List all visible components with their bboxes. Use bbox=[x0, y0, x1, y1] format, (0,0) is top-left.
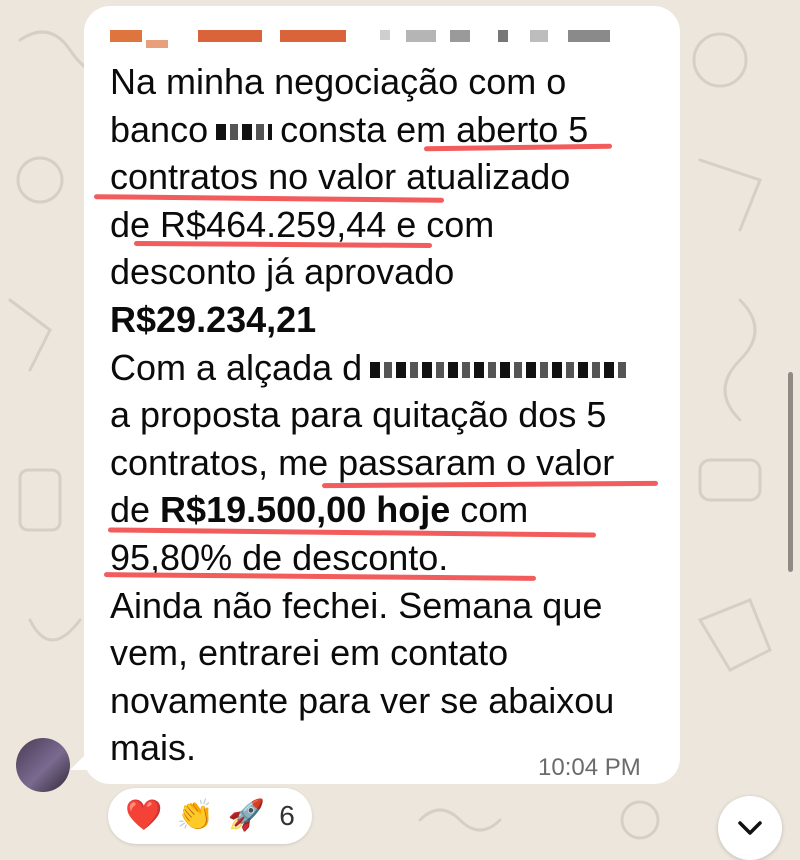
message-line: Na minha negociação com o bbox=[110, 61, 567, 102]
clap-reaction-icon: 👏 bbox=[176, 798, 214, 833]
reactions-pill[interactable]: ❤️ 👏 🚀 6 bbox=[108, 788, 312, 844]
message-timestamp: 10:04 PM bbox=[538, 754, 641, 781]
heart-reaction-icon: ❤️ bbox=[125, 798, 163, 833]
sender-name-redacted bbox=[110, 24, 630, 48]
message-line: novamente para ver se abaixou bbox=[110, 679, 615, 721]
redacted-text bbox=[216, 124, 273, 141]
message-line: vem, entrarei em contato bbox=[110, 632, 509, 674]
message-line-bold: R$29.234,21 bbox=[110, 298, 317, 340]
bubble-tail bbox=[70, 748, 92, 770]
redacted-text bbox=[370, 362, 631, 379]
message-line: Ainda não fechei. Semana que bbox=[110, 584, 603, 626]
message-line: a proposta para quitação dos 5 bbox=[110, 394, 607, 436]
scrollbar[interactable] bbox=[788, 372, 793, 572]
chevron-down-icon bbox=[738, 821, 762, 835]
message-line: desconto já aprovado bbox=[110, 251, 455, 293]
scroll-to-bottom-button[interactable] bbox=[718, 796, 782, 860]
rocket-reaction-icon: 🚀 bbox=[227, 798, 266, 833]
message-line: contratos no valor atualizado bbox=[110, 156, 571, 198]
reaction-count: 6 bbox=[279, 800, 295, 831]
message-text: Na minha negociação com o banco consta em… bbox=[110, 58, 670, 772]
message-line: Com a alçada d bbox=[110, 344, 670, 392]
message-line: de R$19.500,00 hoje com bbox=[110, 489, 529, 531]
avatar[interactable] bbox=[16, 738, 70, 792]
message-line: contratos, me passaram o valor bbox=[110, 441, 615, 483]
